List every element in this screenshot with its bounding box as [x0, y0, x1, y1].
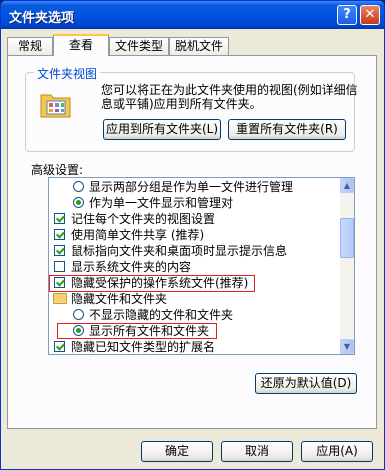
radio-button[interactable]: [73, 181, 84, 192]
reset-all-folders-button[interactable]: 重置所有文件夹(R): [228, 119, 346, 140]
scroll-up-icon[interactable]: ▲: [340, 178, 354, 193]
list-item[interactable]: 显示系统文件夹的内容: [49, 259, 339, 275]
scroll-down-icon[interactable]: ▼: [340, 339, 354, 354]
tab-offline-files[interactable]: 脱机文件: [169, 37, 229, 55]
list-item[interactable]: 作为单一文件显示和管理对: [49, 195, 339, 211]
checkbox[interactable]: [54, 341, 65, 352]
highlight-box: [49, 275, 255, 292]
folder-views-description: 您可以将正在为此文件夹使用的视图(例如详细信息或平铺)应用到所有文件夹。: [101, 83, 358, 111]
help-button[interactable]: ?: [337, 5, 357, 25]
folder-icon: [53, 293, 67, 304]
list-item[interactable]: 鼠标指向文件夹和桌面项时显示提示信息: [49, 243, 339, 259]
list-item[interactable]: 隐藏已知文件类型的扩展名: [49, 339, 339, 354]
checkbox[interactable]: [54, 213, 65, 224]
folder-view-icon: [40, 94, 71, 118]
checkbox[interactable]: [54, 229, 65, 240]
title-bar: 文件夹选项 ? ✕: [1, 1, 384, 29]
tab-file-types[interactable]: 文件类型: [109, 37, 169, 55]
list-item[interactable]: 显示两部分组是作为单一文件进行管理: [49, 179, 339, 195]
checkbox[interactable]: [54, 261, 65, 272]
list-item: 隐藏文件和文件夹: [49, 291, 339, 307]
list-item[interactable]: 使用简单文件共享 (推荐): [49, 227, 339, 243]
ok-button[interactable]: 确定: [141, 441, 213, 462]
radio-button[interactable]: [73, 309, 84, 320]
cancel-button[interactable]: 取消: [221, 441, 293, 462]
folder-views-title: 文件夹视图: [34, 65, 101, 82]
tab-view[interactable]: 查看: [53, 34, 109, 56]
advanced-settings-label: 高级设置:: [31, 163, 84, 177]
folder-options-dialog: 文件夹选项 ? ✕ 常规 查看 文件类型 脱机文件 文件夹视图 您可以将正在为此…: [0, 0, 385, 470]
radio-button[interactable]: [73, 197, 84, 208]
restore-defaults-button[interactable]: 还原为默认值(D): [255, 373, 357, 394]
vertical-scrollbar[interactable]: ▲ ▼: [340, 178, 354, 354]
list-item[interactable]: 记住每个文件夹的视图设置: [49, 211, 339, 227]
scroll-thumb[interactable]: [340, 218, 354, 258]
tab-general[interactable]: 常规: [7, 37, 53, 55]
checkbox[interactable]: [54, 245, 65, 256]
window-title: 文件夹选项: [9, 11, 75, 26]
tab-strip: 常规 查看 文件类型 脱机文件: [1, 31, 384, 56]
close-button[interactable]: ✕: [360, 5, 380, 25]
list-item[interactable]: 不显示隐藏的文件和文件夹: [49, 307, 339, 323]
apply-button[interactable]: 应用(A): [301, 441, 373, 462]
highlight-box: [57, 323, 217, 339]
apply-to-all-folders-button[interactable]: 应用到所有文件夹(L): [103, 119, 221, 140]
